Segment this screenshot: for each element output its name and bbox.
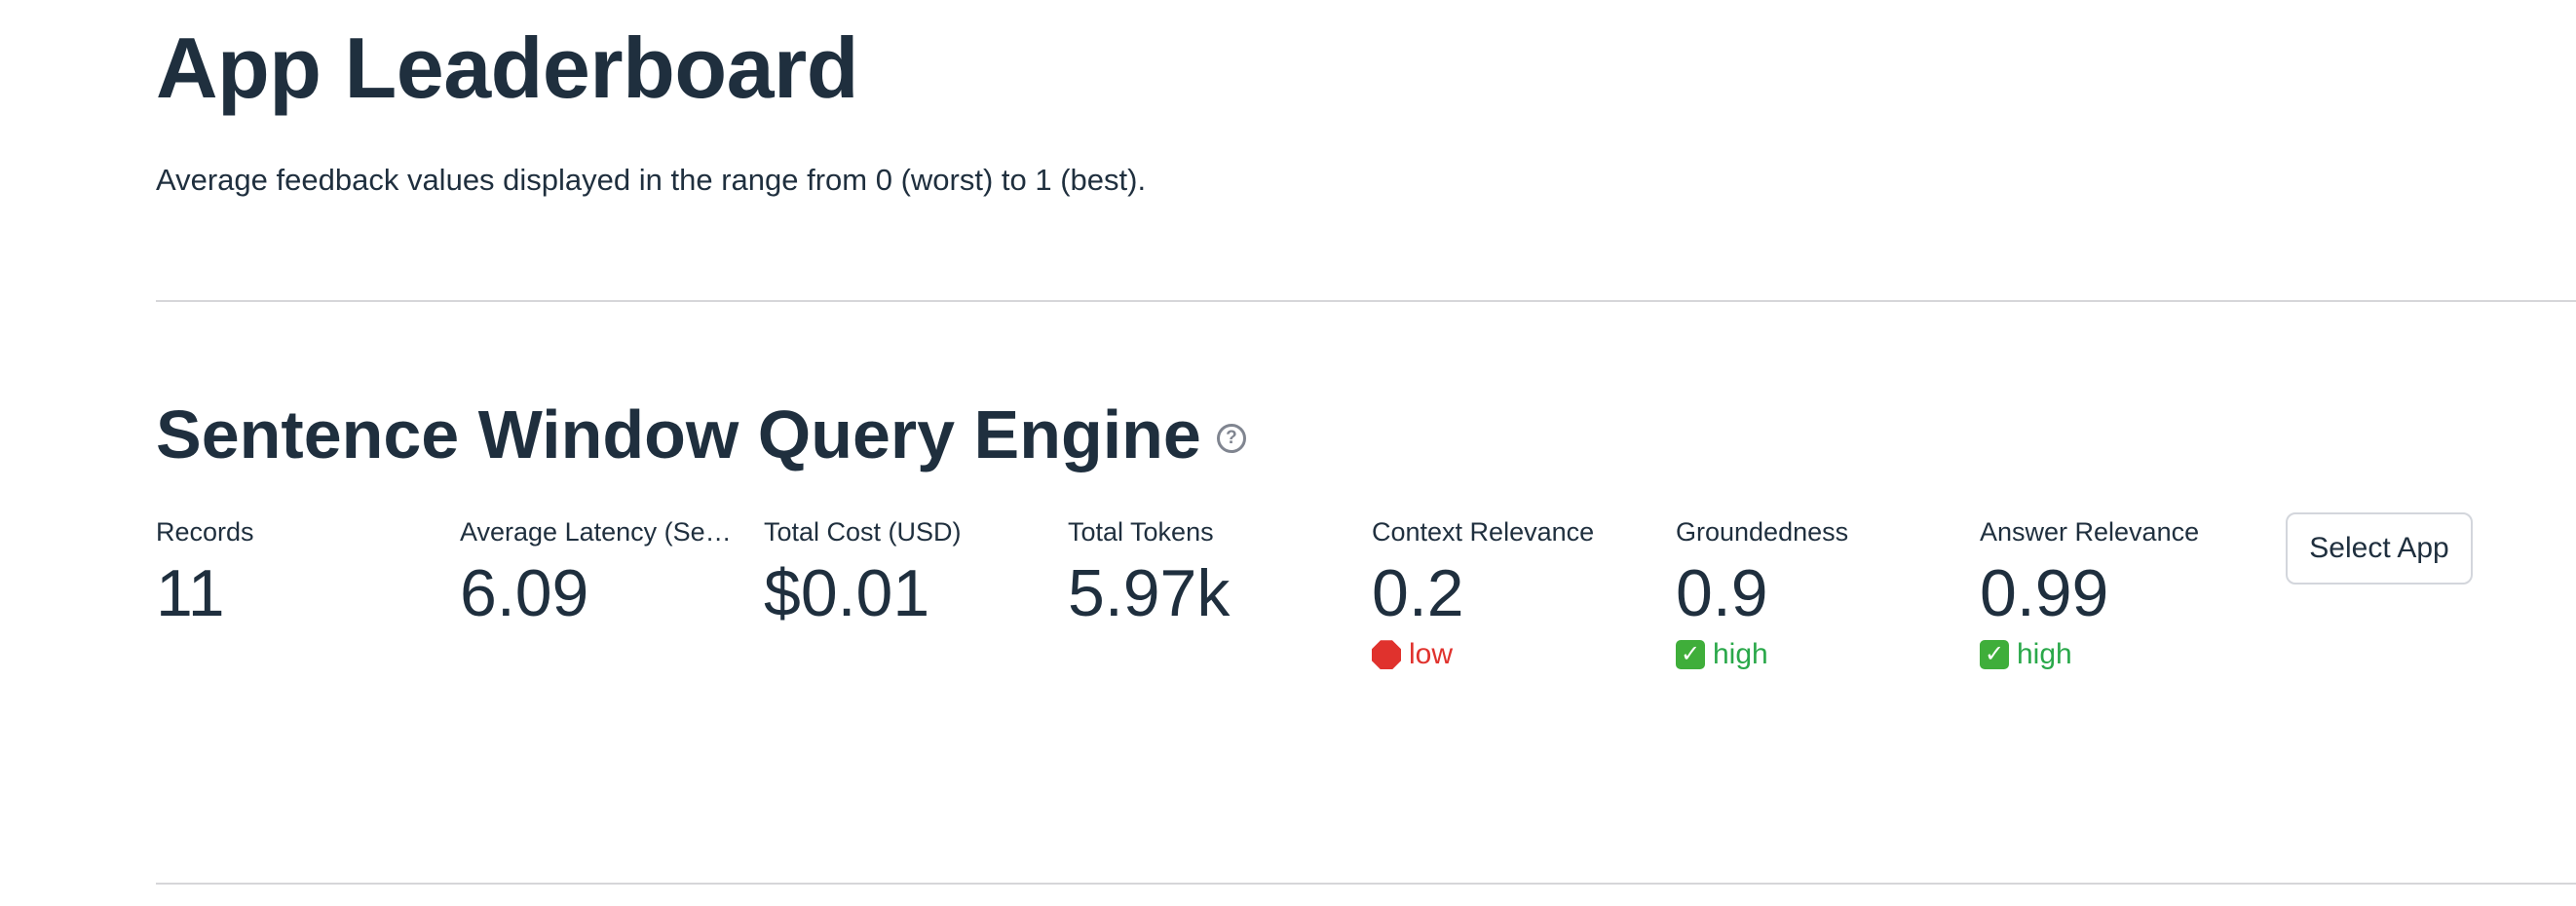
metric-label: Records xyxy=(156,517,254,547)
metric-label: Average Latency (Sec… xyxy=(460,517,733,547)
metric-value: $0.01 xyxy=(764,556,930,631)
app-title: Sentence Window Query Engine ? xyxy=(156,397,1246,472)
metric-label: Groundedness xyxy=(1676,517,1849,547)
page-title: App Leaderboard xyxy=(156,19,859,116)
metric-delta: ✓ high xyxy=(1980,638,2284,671)
stop-sign-icon xyxy=(1372,640,1401,670)
metric-average-latency: Average Latency (Sec… 6.09 xyxy=(460,516,764,671)
metric-value: 0.2 xyxy=(1372,556,1464,631)
app-name: Sentence Window Query Engine xyxy=(156,396,1201,472)
delta-label: high xyxy=(1713,638,1768,671)
metric-answer-relevance: Answer Relevance 0.99 ✓ high xyxy=(1980,516,2284,671)
metric-label: Context Relevance xyxy=(1372,517,1595,547)
select-app-button[interactable]: Select App xyxy=(2286,512,2473,585)
metric-delta: low xyxy=(1372,638,1676,671)
metric-context-relevance: Context Relevance 0.2 low xyxy=(1372,516,1676,671)
help-icon[interactable]: ? xyxy=(1216,423,1246,453)
metric-total-tokens: Total Tokens 5.97k xyxy=(1068,516,1372,671)
metric-label: Answer Relevance xyxy=(1980,517,2200,547)
page-subtitle: Average feedback values displayed in the… xyxy=(156,163,1147,197)
metric-value: 0.99 xyxy=(1980,556,2109,631)
metric-value: 0.9 xyxy=(1676,556,1768,631)
metric-label: Total Cost (USD) xyxy=(764,517,962,547)
metric-delta: ✓ high xyxy=(1676,638,1980,671)
metric-label: Total Tokens xyxy=(1068,517,1214,547)
metric-records: Records 11 xyxy=(156,516,460,671)
section-divider-top xyxy=(156,300,2576,302)
delta-label: low xyxy=(1409,638,1454,671)
check-mark-icon: ✓ xyxy=(1980,640,2009,670)
metric-total-cost: Total Cost (USD) $0.01 xyxy=(764,516,1068,671)
delta-label: high xyxy=(2017,638,2072,671)
metric-value: 5.97k xyxy=(1068,556,1231,631)
metric-value: 6.09 xyxy=(460,556,589,631)
check-mark-icon: ✓ xyxy=(1676,640,1705,670)
metrics-row: Records 11 Average Latency (Sec… 6.09 To… xyxy=(156,516,2284,671)
section-divider-bottom xyxy=(156,883,2576,885)
metric-value: 11 xyxy=(156,556,225,631)
metric-groundedness: Groundedness 0.9 ✓ high xyxy=(1676,516,1980,671)
